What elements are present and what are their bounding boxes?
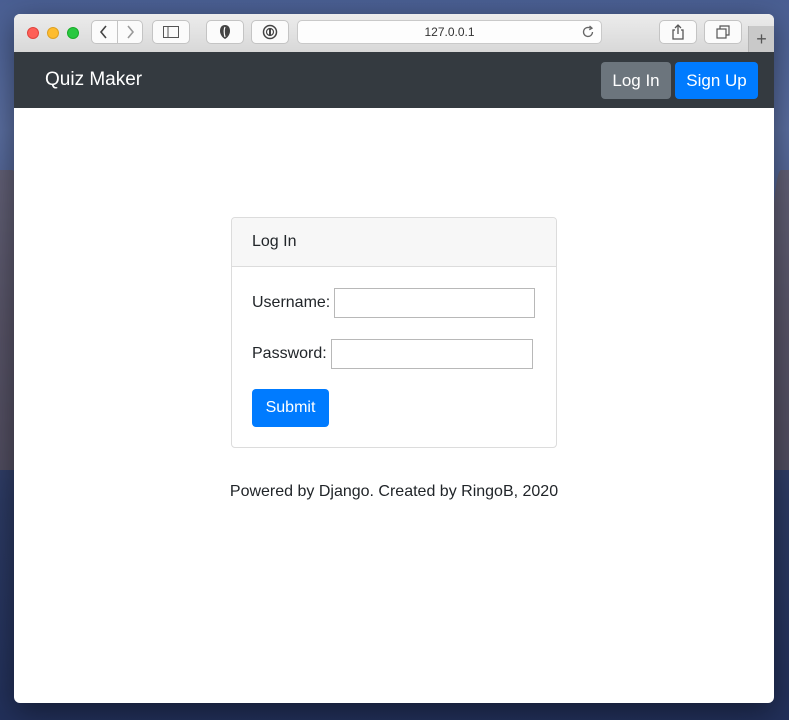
minimize-window-button[interactable] xyxy=(47,27,59,39)
sidebar-button[interactable] xyxy=(152,20,190,44)
privacy-button[interactable] xyxy=(206,20,244,44)
brand-link[interactable]: Quiz Maker xyxy=(45,69,142,91)
forward-icon xyxy=(127,25,134,39)
nav-signup-button[interactable]: Sign Up xyxy=(675,62,758,99)
privacy-shield-icon xyxy=(220,25,230,39)
password-label: Password: xyxy=(252,345,327,362)
back-icon xyxy=(100,25,107,39)
site-navbar: Quiz Maker Log In Sign Up xyxy=(14,52,774,108)
share-button[interactable] xyxy=(659,20,697,44)
username-row: Username: xyxy=(252,288,536,318)
new-tab-button[interactable]: + xyxy=(748,26,774,52)
history-navigation xyxy=(91,20,143,44)
tabs-icon xyxy=(716,25,730,39)
nav-login-button[interactable]: Log In xyxy=(601,62,671,99)
password-input[interactable] xyxy=(330,339,533,369)
login-card: Log In Username: Password: Submit xyxy=(231,217,557,448)
username-input[interactable] xyxy=(334,288,536,318)
page-footer: Powered by Django. Created by RingoB, 20… xyxy=(229,483,559,500)
forward-button[interactable] xyxy=(118,21,143,43)
fullscreen-window-button[interactable] xyxy=(67,27,79,39)
share-icon xyxy=(672,24,684,40)
close-window-button[interactable] xyxy=(27,27,39,39)
reload-icon[interactable] xyxy=(581,25,595,39)
password-row: Password: xyxy=(252,339,533,369)
sidebar-icon xyxy=(163,26,179,38)
browser-toolbar: 127.0.0.1 + xyxy=(14,14,774,53)
username-label: Username: xyxy=(252,294,331,311)
password-manager-button[interactable] xyxy=(251,20,289,44)
password-manager-icon xyxy=(262,24,278,40)
back-button[interactable] xyxy=(92,21,118,43)
browser-window: 127.0.0.1 + Quiz Maker Log In Sign Up Lo… xyxy=(14,14,774,703)
login-card-header: Log In xyxy=(232,218,556,267)
tab-overview-button[interactable] xyxy=(704,20,742,44)
plus-icon: + xyxy=(756,28,767,49)
address-bar[interactable]: 127.0.0.1 xyxy=(297,20,602,44)
submit-button[interactable]: Submit xyxy=(252,389,329,427)
url-text: 127.0.0.1 xyxy=(424,25,475,39)
